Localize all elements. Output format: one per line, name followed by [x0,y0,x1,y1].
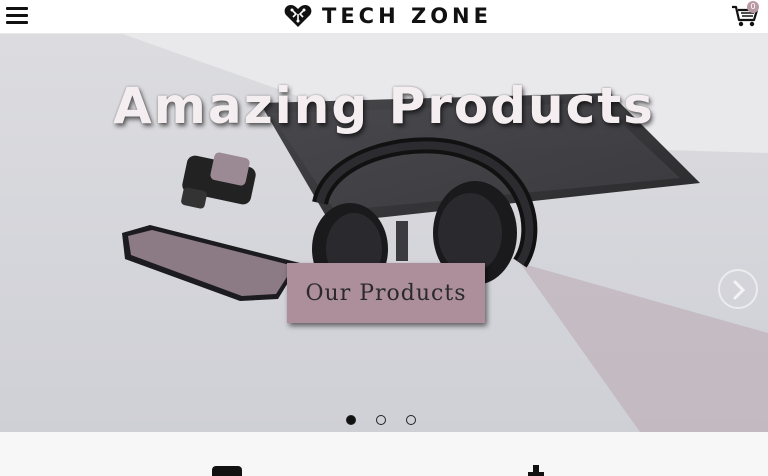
chevron-right-icon [733,280,746,300]
slider-next-button[interactable] [718,269,758,309]
hero-title: Amazing Products [113,77,655,135]
brand-name: TECH ZONE [322,4,492,28]
site-header: TECH ZONE 0 [0,0,768,34]
slider-dot-2[interactable] [376,415,386,425]
slider-dot-3[interactable] [406,415,416,425]
hamburger-menu-icon[interactable] [6,6,28,25]
features-section [0,432,768,476]
slider-pagination [346,415,416,427]
brand-link[interactable]: TECH ZONE [284,3,492,29]
our-products-button[interactable]: Our Products [287,263,485,323]
heart-circuit-logo-icon [284,5,312,27]
cart-count-badge: 0 [747,1,759,13]
feature-icon [528,472,544,476]
feature-icon [212,466,242,476]
hero-slider: Amazing Products Our Products [0,33,768,432]
slider-dot-1[interactable] [346,415,356,425]
